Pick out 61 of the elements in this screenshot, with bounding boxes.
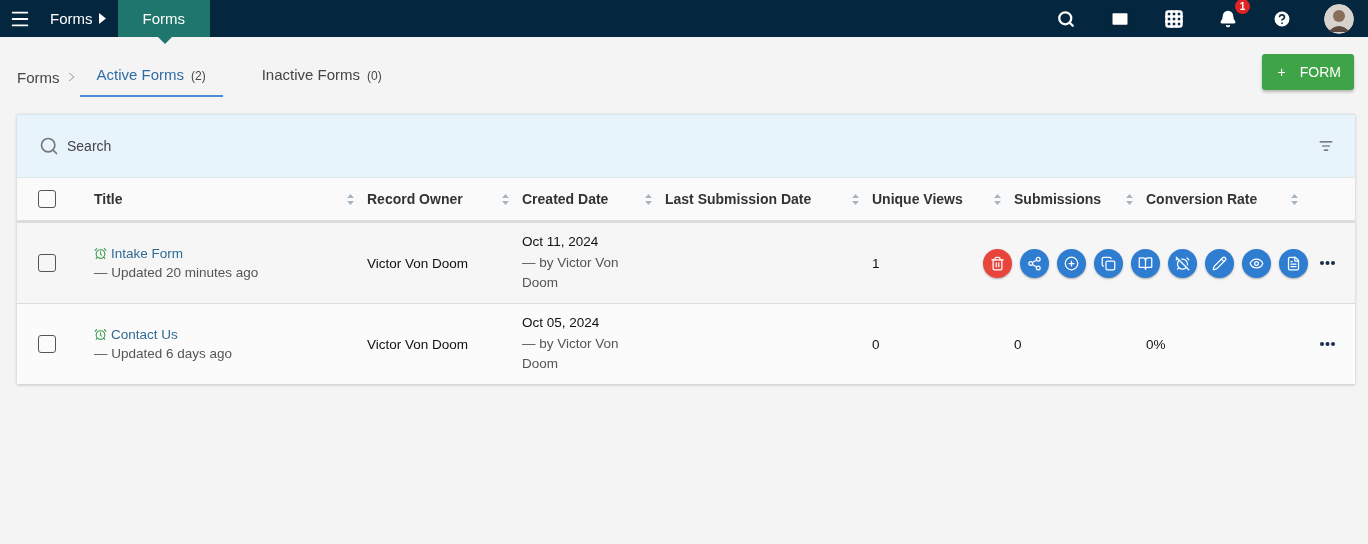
- row-checkbox[interactable]: [38, 254, 56, 272]
- submissions: 0: [1014, 336, 1022, 352]
- alarm-icon: [94, 247, 107, 260]
- unique-views: 0: [872, 336, 880, 352]
- updated-text: — Updated 6 days ago: [94, 346, 234, 361]
- copy-button[interactable]: [1094, 248, 1123, 278]
- alarm-off-button[interactable]: [1168, 248, 1197, 278]
- notification-badge: 1: [1235, 0, 1250, 14]
- share-button[interactable]: [1020, 248, 1049, 278]
- caret-icon: [98, 13, 106, 24]
- plus-circle-button[interactable]: [1057, 248, 1086, 278]
- column-header[interactable]: Record Owner: [367, 191, 463, 207]
- column-header[interactable]: Conversion Rate: [1146, 191, 1258, 207]
- chevron-icon: [68, 73, 74, 81]
- tab-pointer: [157, 37, 172, 44]
- book-icon: [1138, 255, 1153, 271]
- trash-icon: [990, 255, 1005, 271]
- search-icon: [39, 136, 59, 156]
- copy-icon: [1101, 255, 1116, 271]
- form-title-link[interactable]: Intake Form: [111, 246, 184, 261]
- forms-breadcrumb[interactable]: Forms: [17, 68, 60, 86]
- alarm-off-icon: [1175, 255, 1190, 271]
- book-button[interactable]: [1131, 248, 1160, 278]
- record-owner: Victor Von Doom: [367, 336, 469, 352]
- plus-circle-icon: [1064, 255, 1079, 271]
- ellipsis-icon: [1320, 342, 1335, 346]
- column-header[interactable]: Title: [94, 191, 123, 207]
- created-date: Oct 05, 2024: [522, 314, 601, 330]
- created-date: Oct 11, 2024: [522, 233, 600, 249]
- more-button[interactable]: [1320, 261, 1335, 265]
- tab[interactable]: Inactive Forms (0): [244, 57, 399, 97]
- filter-icon[interactable]: [1319, 139, 1333, 153]
- search-field[interactable]: Search: [65, 137, 369, 155]
- pencil-button[interactable]: [1205, 248, 1234, 278]
- created-by: — by Victor Von Doom: [522, 334, 620, 373]
- current-page-tab[interactable]: Forms: [117, 0, 210, 37]
- tab[interactable]: Active Forms (2): [79, 57, 223, 97]
- created-by: — by Victor Von Doom: [522, 253, 620, 292]
- unique-views: 1: [872, 255, 880, 271]
- eye-button[interactable]: [1242, 248, 1271, 278]
- breadcrumb-link[interactable]: Forms: [50, 10, 93, 27]
- column-header[interactable]: Last Submission Date: [665, 191, 812, 207]
- column-header[interactable]: Submissions: [1014, 191, 1102, 207]
- column-header[interactable]: Unique Views: [872, 191, 963, 207]
- trash-button[interactable]: [983, 248, 1012, 278]
- document-icon: [1286, 255, 1301, 271]
- pencil-icon: [1212, 255, 1227, 271]
- record-owner: Victor Von Doom: [367, 255, 469, 271]
- document-button[interactable]: [1279, 248, 1308, 278]
- select-all-checkbox[interactable]: [38, 190, 56, 208]
- conversion-rate: 0%: [1146, 336, 1166, 352]
- avatar[interactable]: [1324, 3, 1354, 34]
- form-title-link[interactable]: Contact Us: [111, 327, 178, 342]
- more-button[interactable]: [1320, 342, 1335, 346]
- eye-icon: [1249, 255, 1264, 271]
- updated-text: — Updated 20 minutes ago: [94, 265, 260, 280]
- share-icon: [1027, 255, 1042, 271]
- ellipsis-icon: [1320, 261, 1335, 265]
- column-header[interactable]: Created Date: [522, 191, 609, 207]
- row-checkbox[interactable]: [38, 335, 56, 353]
- alarm-icon: [94, 328, 107, 341]
